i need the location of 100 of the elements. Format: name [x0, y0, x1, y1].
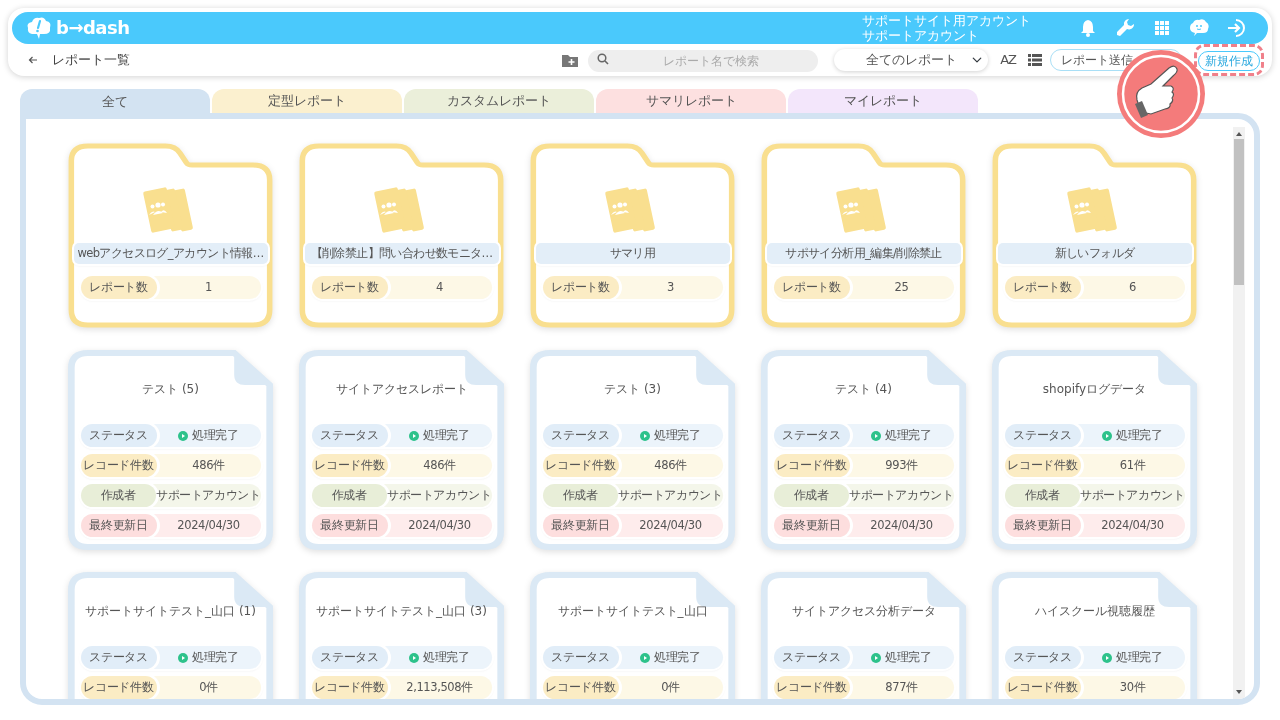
pill-value: 処理完了 — [1116, 427, 1163, 444]
report-title: テスト (5) — [142, 381, 199, 394]
play-status-icon — [871, 652, 882, 663]
pill-value: 処理完了 — [192, 427, 239, 444]
folder-name: 新しいフォルダ — [997, 243, 1192, 264]
back-arrow-icon[interactable] — [28, 55, 38, 65]
pill-label: 作成者 — [542, 484, 619, 507]
play-status-icon — [871, 430, 882, 441]
pill-label: レポート数 — [1004, 276, 1081, 299]
pill-label: 最終更新日 — [80, 514, 157, 537]
pill-value: 処理完了 — [423, 427, 470, 444]
report-title: テスト (3) — [604, 381, 661, 394]
pill-label: ステータス — [542, 424, 619, 447]
pill-label: ステータス — [1004, 646, 1081, 669]
folder-name: サポサイ分析用_編集/削除禁止 — [766, 243, 961, 264]
pill-label: レコード件数 — [773, 454, 850, 477]
account-user-name: サポートアカウント — [862, 28, 980, 43]
tab[interactable]: 全て — [20, 89, 210, 115]
pill-value: 処理完了 — [654, 649, 701, 666]
pill-label: 作成者 — [1004, 484, 1081, 507]
pill-value: 2024/04/30 — [870, 517, 933, 534]
pill-value: 2024/04/30 — [177, 517, 240, 534]
account-site-name: サポートサイト用アカウント — [862, 13, 1031, 28]
play-status-icon — [640, 652, 651, 663]
report-title: ハイスクール視聴履歴 — [1034, 603, 1155, 616]
pill-value: 処理完了 — [885, 427, 932, 444]
pill-label: ステータス — [773, 424, 850, 447]
pill-value: 処理完了 — [192, 649, 239, 666]
pill-value: 0件 — [199, 679, 218, 696]
pill-label: 作成者 — [311, 484, 388, 507]
tab[interactable]: カスタムレポート — [404, 89, 594, 113]
pill-value: 処理完了 — [885, 649, 932, 666]
pill-value: 処理完了 — [654, 427, 701, 444]
pill-label: 最終更新日 — [542, 514, 619, 537]
report-title: サイトアクセスレポート — [335, 381, 468, 394]
logo-icon — [26, 16, 52, 40]
pill-value: 0件 — [661, 679, 680, 696]
pill-value: 処理完了 — [423, 649, 470, 666]
pill-label: ステータス — [311, 424, 388, 447]
pill-label: レコード件数 — [80, 454, 157, 477]
pill-label: 最終更新日 — [1004, 514, 1081, 537]
pill-label: 作成者 — [80, 484, 157, 507]
pill-label: ステータス — [80, 646, 157, 669]
pill-value: 3 — [667, 279, 674, 296]
pill-value: サポートアカウント — [1080, 487, 1185, 504]
play-status-icon — [640, 430, 651, 441]
pill-value: 25 — [894, 279, 909, 296]
folder-name: webアクセスログ_アカウント情報… — [73, 243, 268, 264]
pill-label: レコード件数 — [80, 676, 157, 699]
pill-label: レコード件数 — [542, 454, 619, 477]
pill-label: レコード件数 — [311, 454, 388, 477]
pill-label: レコード件数 — [311, 676, 388, 699]
apps-grid-icon[interactable] — [1152, 18, 1172, 38]
pill-label: レポート数 — [311, 276, 388, 299]
play-status-icon — [178, 430, 189, 441]
pill-value: サポートアカウント — [618, 487, 723, 504]
pill-value: 2024/04/30 — [639, 517, 702, 534]
report-title: テスト (4) — [835, 381, 892, 394]
pill-value: 486件 — [192, 457, 225, 474]
pill-value: 2024/04/30 — [408, 517, 471, 534]
pill-value: 877件 — [885, 679, 918, 696]
pill-value: 1 — [205, 279, 212, 296]
play-status-icon — [409, 652, 420, 663]
page-title: レポート一覧 — [52, 50, 130, 69]
wrench-icon[interactable] — [1115, 18, 1135, 38]
pill-label: 作成者 — [773, 484, 850, 507]
pill-label: レコード件数 — [542, 676, 619, 699]
pill-value: 486件 — [423, 457, 456, 474]
pill-value: 6 — [1129, 279, 1136, 296]
logout-icon[interactable] — [1226, 18, 1246, 38]
pill-label: レコード件数 — [1004, 454, 1081, 477]
pill-label: ステータス — [1004, 424, 1081, 447]
new-folder-icon[interactable] — [562, 53, 579, 67]
pill-label: ステータス — [80, 424, 157, 447]
pill-label: レコード件数 — [1004, 676, 1081, 699]
pill-label: レポート数 — [542, 276, 619, 299]
tab[interactable]: 定型レポート — [212, 89, 402, 113]
play-status-icon — [1102, 652, 1113, 663]
search-field[interactable]: レポート名で検索 — [588, 50, 819, 72]
chat-bubble-icon[interactable] — [1189, 18, 1209, 38]
pill-label: 最終更新日 — [773, 514, 850, 537]
tab[interactable]: サマリレポート — [596, 89, 786, 113]
pill-value: サポートアカウント — [156, 487, 261, 504]
pill-value: 4 — [436, 279, 443, 296]
report-title: サポートサイトテスト_山口 — [557, 603, 708, 616]
pill-value: 486件 — [654, 457, 687, 474]
play-status-icon — [178, 652, 189, 663]
pill-value: 処理完了 — [1116, 649, 1163, 666]
tab[interactable]: マイレポート — [788, 89, 978, 113]
pill-label: 最終更新日 — [311, 514, 388, 537]
scrollbar[interactable] — [1233, 127, 1245, 699]
list-view-icon[interactable] — [1028, 54, 1042, 66]
pill-value: 61件 — [1119, 457, 1146, 474]
sort-button[interactable]: AZ — [1000, 50, 1016, 70]
report-filter-dropdown[interactable]: 全てのレポート — [834, 49, 989, 71]
pill-value: 2,113,508件 — [406, 679, 473, 696]
pill-value: サポートアカウント — [849, 487, 954, 504]
logo-text: b→dash — [56, 19, 130, 37]
pill-value: 2024/04/30 — [1101, 517, 1164, 534]
report-title: shopifyログデータ — [1042, 381, 1147, 394]
